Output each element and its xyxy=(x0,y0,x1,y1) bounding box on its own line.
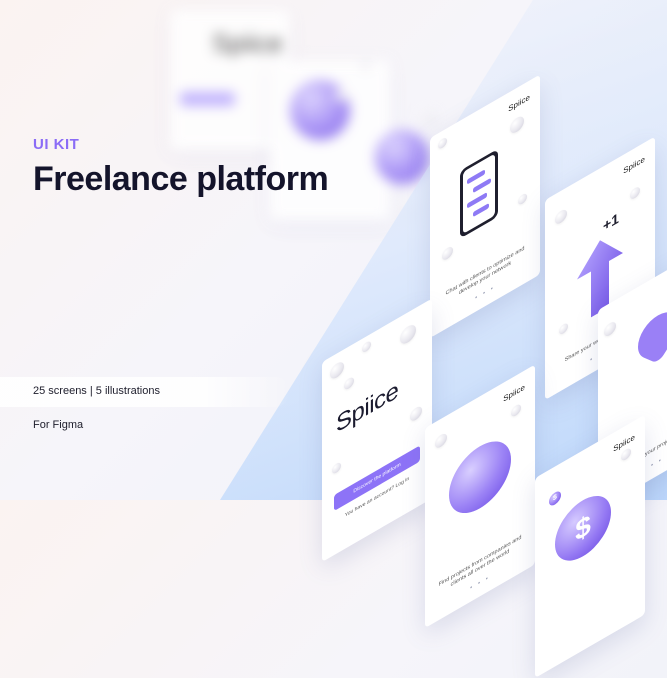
chat-message-bubble xyxy=(473,202,489,218)
bubble xyxy=(344,375,354,392)
bubble xyxy=(518,191,527,207)
phone-screen-world: Spiice Find projects from companies and … xyxy=(425,364,535,628)
coin-icon-small: $ xyxy=(549,488,561,508)
platform-text: For Figma xyxy=(33,419,84,431)
kit-label: UI KIT xyxy=(33,136,80,153)
bubble xyxy=(410,404,422,424)
bubble xyxy=(362,339,371,354)
chat-message-bubble xyxy=(473,177,491,194)
dollar-coin-illustration: $ xyxy=(555,484,611,573)
bubble xyxy=(442,244,453,263)
bubble xyxy=(621,446,631,463)
phone-screen-chat: Spiice Chat with clients to optimize and… xyxy=(430,74,540,339)
phone-brand: Spiice xyxy=(623,154,645,176)
globe-illustration xyxy=(449,428,511,527)
bubble xyxy=(555,207,567,227)
bubble xyxy=(510,113,524,136)
bubble xyxy=(435,431,447,451)
phone-brand: Spiice xyxy=(503,382,525,404)
bubble xyxy=(604,319,616,339)
bubble xyxy=(559,321,568,336)
promo-text-panel: UI KIT Freelance platform 25 screens | 5… xyxy=(0,0,340,500)
bubble xyxy=(400,321,416,347)
page-title: Freelance platform xyxy=(33,160,329,198)
stats-text: 25 screens | 5 illustrations xyxy=(33,385,160,397)
phone-illustration xyxy=(460,148,498,239)
phone-illustration-screen xyxy=(463,153,495,234)
bubble xyxy=(511,402,521,419)
phone-brand: Spiice xyxy=(508,92,530,114)
bubble xyxy=(438,136,447,151)
phone-screen-payment: Spiice $ $ xyxy=(535,414,645,678)
heart-illustration xyxy=(629,307,667,364)
bubble xyxy=(630,185,640,201)
